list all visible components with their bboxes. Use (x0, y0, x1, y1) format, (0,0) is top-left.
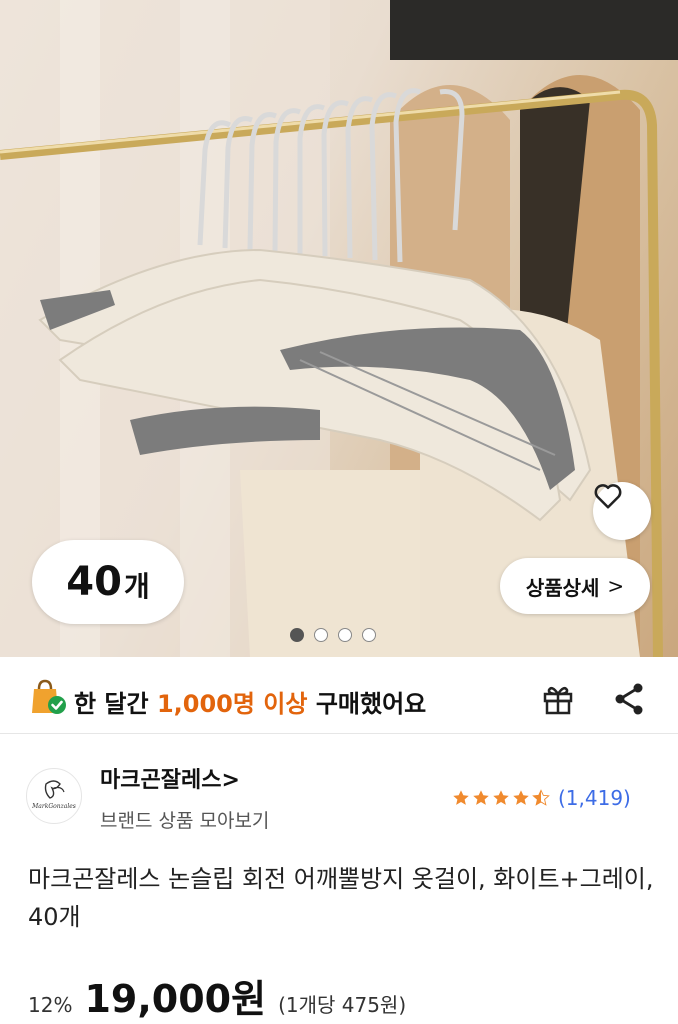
star-icon (453, 790, 469, 805)
share-icon[interactable] (612, 681, 646, 717)
brand-logo[interactable]: MarkGonzales (26, 768, 82, 824)
review-count[interactable]: (1,419) (558, 786, 631, 810)
star-icon (493, 790, 509, 805)
purchase-info-row: 한 달간 1,000명 이상 구매했어요 (0, 671, 678, 733)
purchase-highlight: 1,000명 이상 (156, 690, 308, 718)
shopping-bag-check-icon (32, 679, 66, 714)
product-title: 마크곤잘레스 논슬립 회전 어깨뿔방지 옷걸이, 화이트+그레이, 40개 (28, 865, 654, 931)
pagination-dot[interactable] (314, 628, 328, 642)
sale-price: 19,000원 (84, 977, 267, 1021)
product-detail-button[interactable]: 상품상세 > (500, 558, 650, 614)
pagination-dot[interactable] (338, 628, 352, 642)
gift-icon[interactable] (540, 681, 576, 717)
purchase-count-text: 한 달간 1,000명 이상 구매했어요 (74, 684, 426, 719)
quantity-number: 40 (66, 559, 122, 605)
seller-name-link[interactable]: 마크곤잘레스> (100, 762, 240, 794)
brand-products-link[interactable]: 브랜드 상품 모아보기 (100, 806, 269, 833)
brand-logo-text: MarkGonzales (31, 803, 76, 810)
star-icon (473, 790, 489, 805)
pagination-dot[interactable] (290, 628, 304, 642)
unit-price: (1개당 475원) (278, 993, 407, 1017)
price-row: 12% 19,000원 (1개당 475원) (28, 968, 406, 1023)
star-half-icon (532, 789, 550, 806)
discount-rate: 12% (28, 993, 73, 1017)
pagination-dot[interactable] (362, 628, 376, 642)
section-divider (0, 733, 678, 734)
purchase-suffix: 구매했어요 (307, 690, 427, 718)
product-image-gallery[interactable]: 40 개 상품상세 > (0, 0, 678, 657)
chevron-right-icon: > (607, 574, 625, 598)
wishlist-button[interactable] (593, 482, 651, 540)
heart-outline-icon (594, 484, 622, 509)
gallery-pagination (290, 628, 376, 642)
star-icon (513, 790, 529, 805)
quantity-badge: 40 개 (32, 540, 184, 624)
product-detail-label: 상품상세 (525, 575, 600, 600)
quantity-unit: 개 (123, 570, 150, 603)
rating-summary[interactable]: (1,419) (452, 786, 631, 810)
purchase-prefix: 한 달간 (74, 690, 157, 718)
brand-logo-image: MarkGonzales (31, 780, 76, 810)
